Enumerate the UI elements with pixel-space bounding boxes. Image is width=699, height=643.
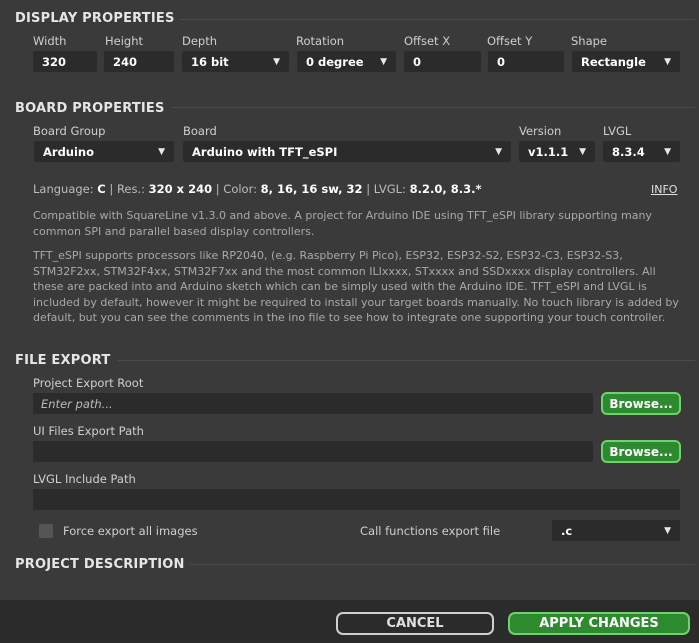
- file-export-title: FILE EXPORT: [15, 353, 111, 368]
- board-group-dropdown[interactable]: Arduino ▼: [34, 141, 174, 162]
- call-functions-dropdown[interactable]: .c ▼: [552, 520, 680, 541]
- board-group-value: Arduino: [43, 144, 95, 159]
- rotation-value: 0 degree: [306, 54, 364, 69]
- separator: |: [215, 182, 220, 196]
- language-label: Language:: [33, 182, 94, 196]
- res-label: Res.:: [116, 182, 146, 196]
- offset-x-input[interactable]: 0: [404, 51, 481, 72]
- offset-x-label: Offset X: [404, 34, 451, 48]
- rotation-label: Rotation: [296, 34, 345, 48]
- depth-value: 16 bit: [191, 54, 229, 69]
- force-export-label: Force export all images: [63, 524, 198, 538]
- lvgl-include-path-input[interactable]: [33, 489, 680, 510]
- project-description-title: PROJECT DESCRIPTION: [15, 557, 185, 572]
- board-description-2: TFT_eSPI supports processors like RP2040…: [33, 249, 679, 325]
- color-value: 8, 16, 16 sw, 32: [260, 182, 363, 196]
- version-label: Version: [519, 124, 562, 138]
- force-export-checkbox[interactable]: [39, 524, 53, 538]
- width-input[interactable]: 320: [33, 51, 97, 72]
- rotation-dropdown[interactable]: 0 degree ▼: [297, 51, 396, 72]
- section-divider: [180, 19, 695, 20]
- call-functions-label: Call functions export file: [360, 524, 501, 538]
- display-properties-title: DISPLAY PROPERTIES: [15, 11, 175, 26]
- shape-dropdown[interactable]: Rectangle ▼: [572, 51, 680, 72]
- chevron-down-icon: ▼: [664, 56, 671, 67]
- language-value: C: [97, 182, 106, 196]
- version-value: v1.1.1: [528, 144, 569, 159]
- lvgl-label: LVGL: [603, 124, 632, 138]
- board-value: Arduino with TFT_eSPI: [192, 144, 338, 159]
- apply-changes-button[interactable]: APPLY CHANGES: [508, 612, 690, 635]
- offset-y-label: Offset Y: [487, 34, 533, 48]
- chevron-down-icon: ▼: [664, 146, 671, 157]
- browse-root-button[interactable]: Browse...: [601, 392, 681, 415]
- color-label: Color:: [223, 182, 257, 196]
- depth-dropdown[interactable]: 16 bit ▼: [182, 51, 289, 72]
- version-dropdown[interactable]: v1.1.1 ▼: [519, 141, 595, 162]
- call-functions-value: .c: [561, 523, 573, 538]
- section-divider: [190, 564, 695, 565]
- section-divider: [118, 360, 695, 361]
- cancel-button[interactable]: CANCEL: [336, 612, 494, 635]
- section-divider: [172, 107, 695, 108]
- chevron-down-icon: ▼: [495, 146, 502, 157]
- board-dropdown[interactable]: Arduino with TFT_eSPI ▼: [183, 141, 511, 162]
- lvgl-dropdown[interactable]: 8.3.4 ▼: [603, 141, 680, 162]
- board-label: Board: [183, 124, 217, 138]
- height-input[interactable]: 240: [104, 51, 174, 72]
- board-info-line: Language: C | Res.: 320 x 240 | Color: 8…: [33, 182, 481, 196]
- project-export-root-input[interactable]: Enter path...: [33, 393, 593, 414]
- board-group-label: Board Group: [33, 124, 106, 138]
- separator: |: [109, 182, 114, 196]
- shape-label: Shape: [571, 34, 608, 48]
- res-value: 320 x 240: [148, 182, 213, 196]
- lvgl-info-value: 8.2.0, 8.3.*: [409, 182, 482, 196]
- ui-files-export-path-input[interactable]: [33, 441, 593, 462]
- info-link[interactable]: INFO: [651, 183, 677, 196]
- chevron-down-icon: ▼: [579, 146, 586, 157]
- chevron-down-icon: ▼: [664, 525, 671, 536]
- width-label: Width: [33, 34, 67, 48]
- lvgl-value: 8.3.4: [612, 144, 645, 159]
- shape-value: Rectangle: [581, 54, 646, 69]
- chevron-down-icon: ▼: [158, 146, 165, 157]
- height-label: Height: [105, 34, 144, 48]
- chevron-down-icon: ▼: [380, 56, 387, 67]
- project-export-root-label: Project Export Root: [33, 376, 144, 390]
- depth-label: Depth: [182, 34, 218, 48]
- browse-ui-files-button[interactable]: Browse...: [601, 440, 681, 463]
- project-settings-panel: DISPLAY PROPERTIES Width 320 Height 240 …: [0, 0, 699, 600]
- lvgl-info-label: LVGL:: [373, 182, 406, 196]
- board-description-1: Compatible with SquareLine v1.3.0 and ab…: [33, 209, 652, 238]
- lvgl-include-path-label: LVGL Include Path: [33, 472, 136, 486]
- ui-files-export-path-label: UI Files Export Path: [33, 424, 144, 438]
- board-properties-title: BOARD PROPERTIES: [15, 101, 165, 116]
- chevron-down-icon: ▼: [273, 56, 280, 67]
- offset-y-input[interactable]: 0: [488, 51, 564, 72]
- separator: |: [366, 182, 371, 196]
